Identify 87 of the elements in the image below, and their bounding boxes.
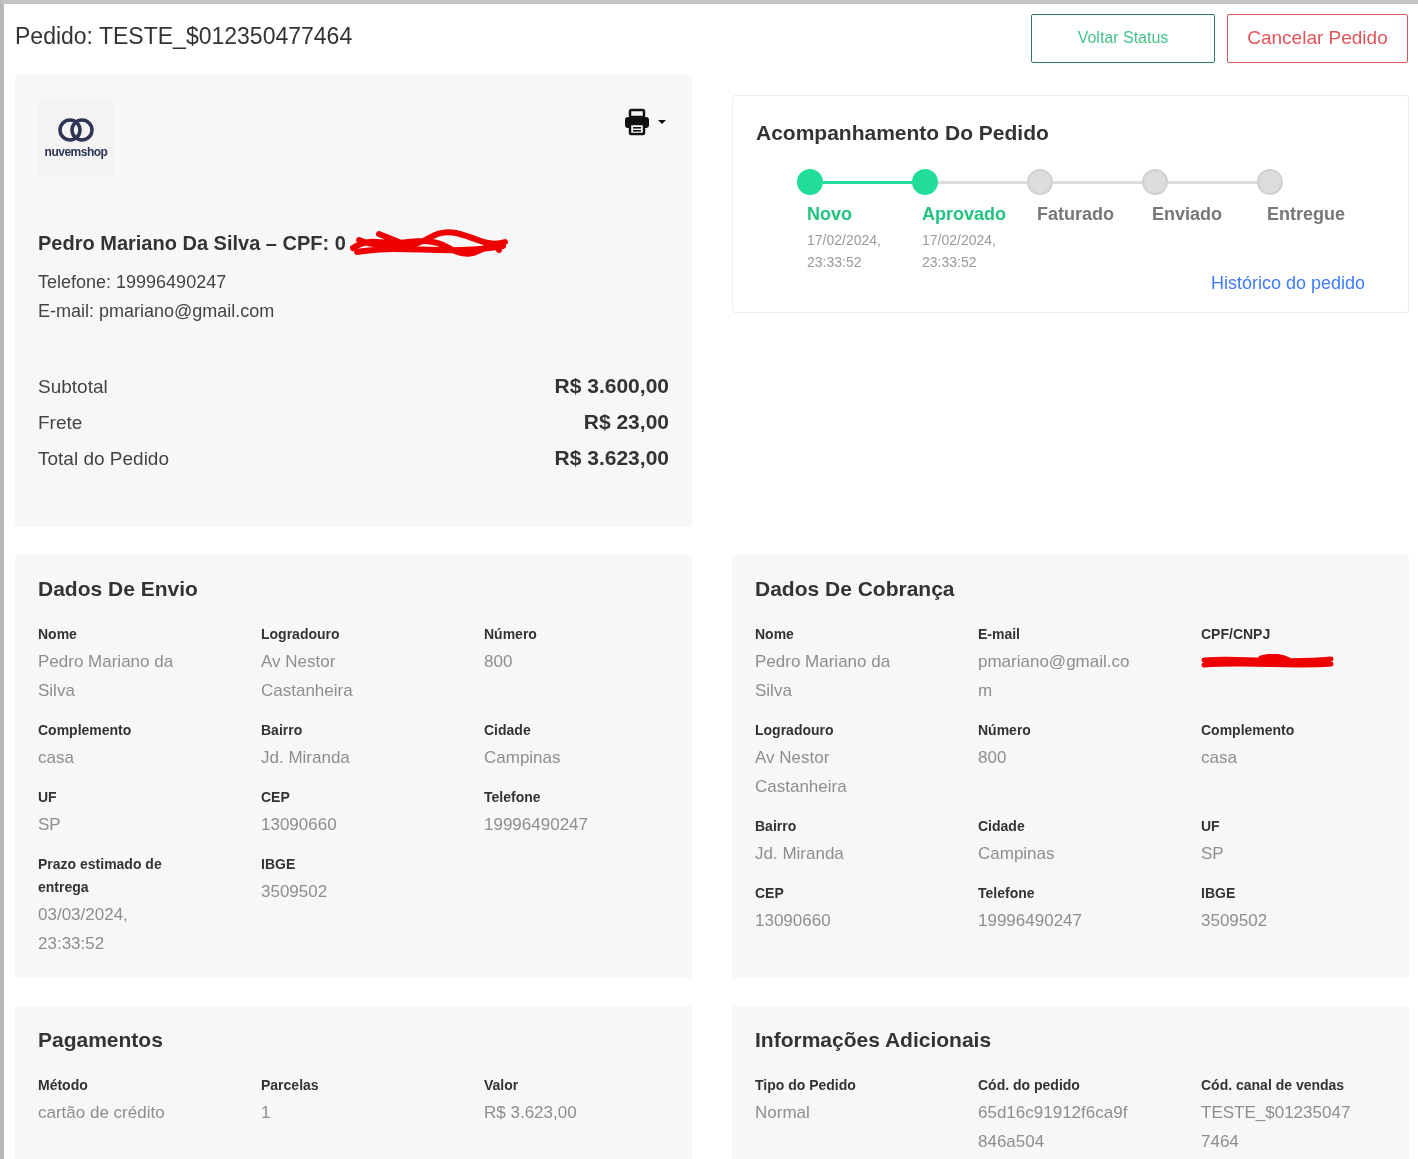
step-label: Enviado (1152, 204, 1223, 225)
total-label: Frete (38, 412, 83, 434)
printer-icon (623, 108, 651, 136)
field-value: 800 (484, 651, 514, 673)
field-value: cartão de crédito (38, 1102, 166, 1124)
field-value: Jd. Miranda (755, 843, 845, 865)
history-link[interactable]: Histórico do pedido (1210, 273, 1365, 294)
section-title: Pagamentos (38, 1027, 164, 1052)
field-label: E-mail (978, 625, 1021, 644)
total-value: R$ 3.600,00 (554, 374, 669, 398)
field-label: IBGE (1201, 884, 1237, 903)
page-title: Pedido: TESTE_$012350477464 (15, 22, 353, 50)
customer-email: E-mail: pmariano@gmail.com (38, 301, 276, 322)
field-label: Prazo estimado de entrega (38, 855, 163, 897)
field-label: Número (484, 625, 538, 644)
field-label: Parcelas (261, 1076, 320, 1095)
field-label: CEP (755, 884, 785, 903)
field-label: CPF/CNPJ (1201, 625, 1272, 644)
field-value: Av Nestor Castanheira (261, 651, 354, 702)
field-value: SP (1201, 843, 1225, 865)
total-label: Subtotal (38, 376, 108, 398)
field-value: R$ 3.623,00 (484, 1102, 578, 1124)
field-value: TESTE_$012350477464 (1201, 1102, 1352, 1153)
field-label: IBGE (261, 855, 297, 874)
customer-name: Pedro Mariano Da Silva – CPF: 0 (38, 231, 346, 255)
section-title: Dados De Envio (38, 576, 199, 601)
field-value: 65d16c91912f6ca9f846a504 (978, 1102, 1129, 1153)
field-label: Complemento (1201, 721, 1296, 740)
field-value: Campinas (484, 747, 562, 769)
field-label: Logradouro (261, 625, 341, 644)
field-value: Jd. Miranda (261, 747, 351, 769)
field-label: Tipo do Pedido (755, 1076, 857, 1095)
field-label: Telefone (978, 884, 1036, 903)
field-label: Nome (755, 625, 795, 644)
field-label: Nome (38, 625, 78, 644)
field-label: Cód. canal de vendas (1201, 1076, 1346, 1095)
field-label: Cidade (978, 817, 1026, 836)
field-value: Pedro Mariano da Silva (38, 651, 175, 702)
step-label: Novo (807, 204, 853, 225)
step-label: Aprovado (922, 204, 1007, 225)
cancel-button[interactable]: Cancelar Pedido (1227, 13, 1408, 63)
field-label: Cód. do pedido (978, 1076, 1081, 1095)
field-label: Bairro (261, 721, 304, 740)
step-label: Faturado (1037, 204, 1115, 225)
field-value: Normal (755, 1102, 811, 1124)
step-date: 17/02/2024, 23:33:52 (922, 231, 997, 272)
field-value: 19996490247 (978, 910, 1083, 932)
field-value: 1 (261, 1102, 272, 1124)
print-menu[interactable] (623, 108, 667, 136)
logo-text: nuvemshop (44, 145, 108, 159)
field-label: UF (1201, 817, 1221, 836)
field-label: Complemento (38, 721, 133, 740)
step-date: 17/02/2024, 23:33:52 (807, 231, 882, 272)
field-value: 13090660 (261, 814, 338, 836)
section-title: Informações Adicionais (755, 1027, 993, 1052)
field-value: 03/03/2024, 23:33:52 (38, 904, 129, 955)
field-value: Campinas (978, 843, 1056, 865)
field-value: casa (38, 747, 75, 769)
field-value: 800 (978, 747, 1008, 769)
field-value: 19996490247 (484, 814, 589, 836)
status-button[interactable]: Voltar Status (1031, 13, 1215, 63)
field-value: pmariano@gmail.com (978, 651, 1131, 702)
total-label: Total do Pedido (38, 448, 169, 470)
field-value: SP (38, 814, 62, 836)
total-value: R$ 3.623,00 (554, 446, 669, 470)
total-value: R$ 23,00 (583, 410, 669, 434)
field-value: 13090660 (755, 910, 832, 932)
field-value: Pedro Mariano da Silva (755, 651, 892, 702)
field-value: Av Nestor Castanheira (755, 747, 848, 798)
tracking-title: Acompanhamento Do Pedido (756, 121, 1050, 145)
field-label: Bairro (755, 817, 798, 836)
field-value: 3509502 (1201, 910, 1269, 932)
field-label: UF (38, 788, 58, 807)
cloud-rings-icon (56, 117, 96, 143)
field-label: Logradouro (755, 721, 835, 740)
field-label: Telefone (484, 788, 542, 807)
field-label: Método (38, 1076, 89, 1095)
field-label: Número (978, 721, 1032, 740)
field-value: casa (1201, 747, 1238, 769)
customer-phone: Telefone: 19996490247 (38, 272, 228, 293)
field-value: 3509502 (261, 881, 329, 903)
field-label: Valor (484, 1076, 520, 1095)
step-label: Entregue (1267, 204, 1346, 225)
field-label: Cidade (484, 721, 532, 740)
section-title: Dados De Cobrança (755, 576, 956, 601)
caret-icon (657, 119, 667, 125)
field-label: CEP (261, 788, 291, 807)
